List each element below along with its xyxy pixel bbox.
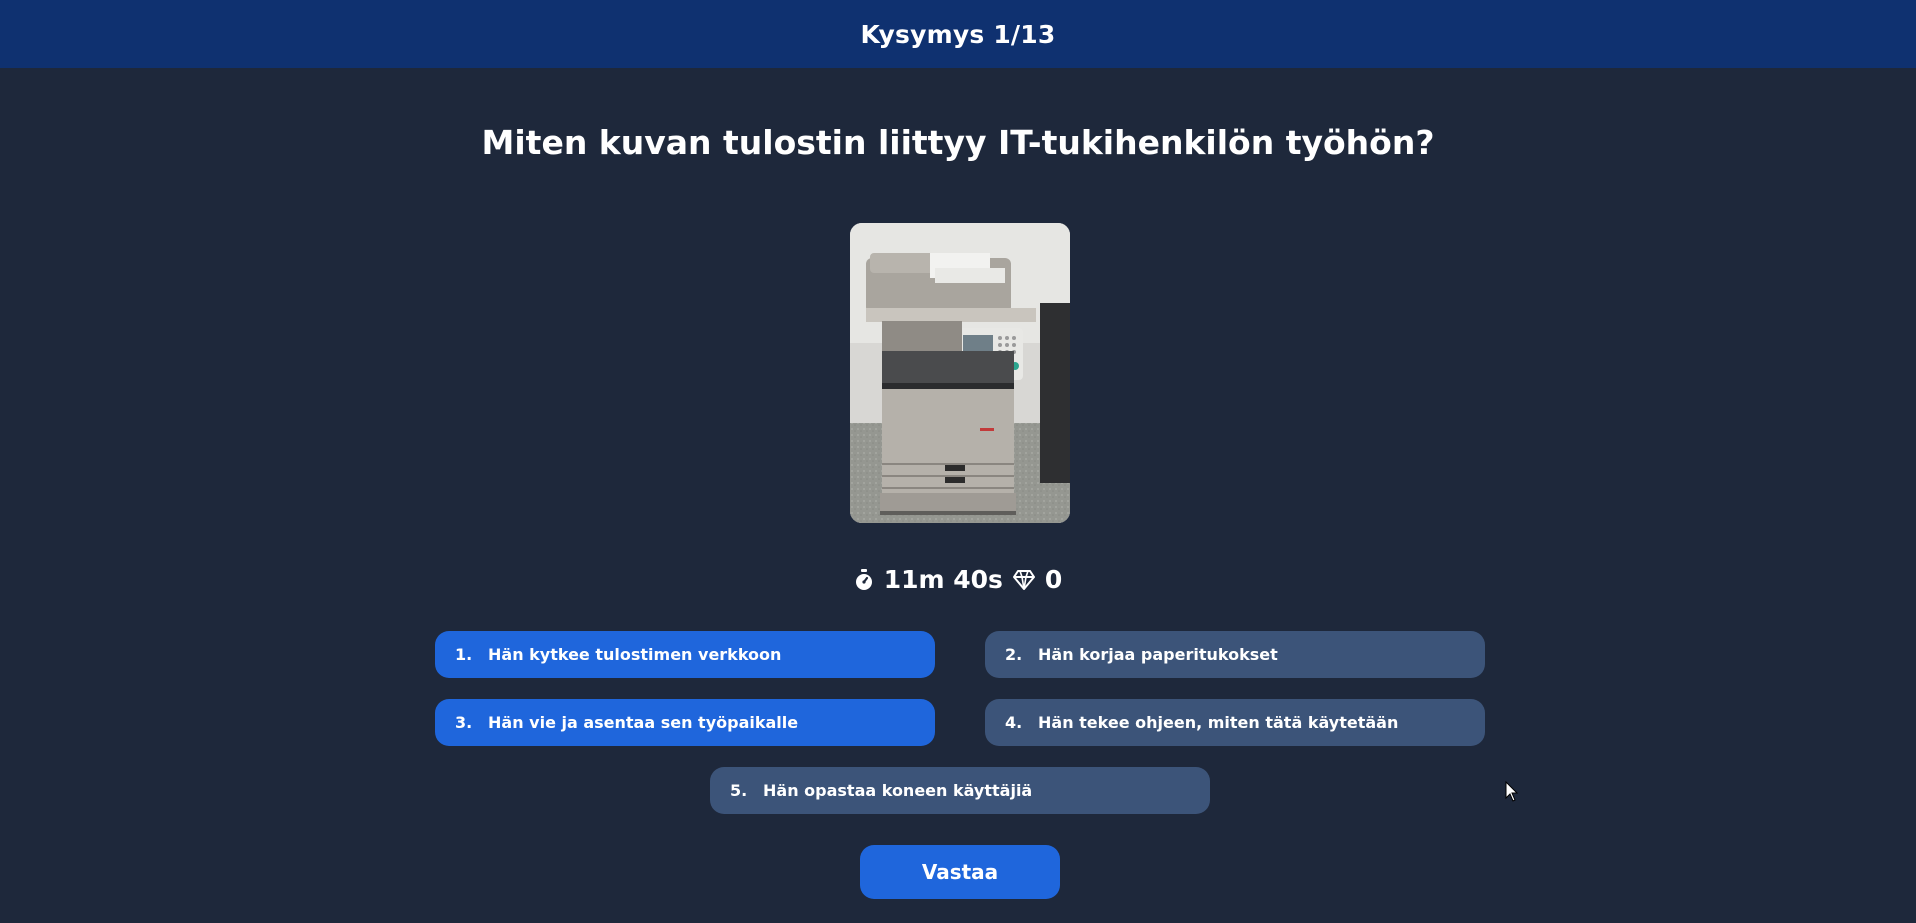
answer-number: 5. bbox=[730, 781, 748, 800]
question-image bbox=[850, 223, 1070, 523]
answer-number: 2. bbox=[1005, 645, 1023, 664]
answer-option-5[interactable]: 5. Hän opastaa koneen käyttäjiä bbox=[710, 767, 1210, 814]
answer-number: 1. bbox=[455, 645, 473, 664]
answer-number: 3. bbox=[455, 713, 473, 732]
answer-option-2[interactable]: 2. Hän korjaa paperitukokset bbox=[985, 631, 1485, 678]
timer-value: 11m 40s bbox=[883, 565, 1003, 594]
submit-answer-button[interactable]: Vastaa bbox=[860, 845, 1060, 899]
answer-label: Hän opastaa koneen käyttäjiä bbox=[763, 781, 1033, 800]
stopwatch-icon bbox=[854, 568, 874, 591]
timer: 11m 40s bbox=[854, 565, 1003, 594]
stats-bar: 11m 40s 0 bbox=[0, 565, 1916, 594]
answer-label: Hän tekee ohjeen, miten tätä käytetään bbox=[1038, 713, 1399, 732]
mouse-cursor-icon bbox=[1505, 780, 1519, 807]
question-counter: Kysymys 1/13 bbox=[860, 19, 1056, 49]
score: 0 bbox=[1012, 565, 1063, 594]
answer-label: Hän kytkee tulostimen verkkoon bbox=[488, 645, 782, 664]
score-value: 0 bbox=[1044, 565, 1063, 594]
answer-option-4[interactable]: 4. Hän tekee ohjeen, miten tätä käytetää… bbox=[985, 699, 1485, 746]
printer-photo bbox=[850, 223, 1070, 523]
answer-label: Hän korjaa paperitukokset bbox=[1038, 645, 1278, 664]
diamond-icon bbox=[1012, 569, 1035, 590]
answer-label: Hän vie ja asentaa sen työpaikalle bbox=[488, 713, 799, 732]
answer-number: 4. bbox=[1005, 713, 1023, 732]
top-bar: Kysymys 1/13 bbox=[0, 0, 1916, 68]
answer-option-1[interactable]: 1. Hän kytkee tulostimen verkkoon bbox=[435, 631, 935, 678]
answer-option-3[interactable]: 3. Hän vie ja asentaa sen työpaikalle bbox=[435, 699, 935, 746]
question-text: Miten kuvan tulostin liittyy IT-tukihenk… bbox=[481, 123, 1435, 162]
